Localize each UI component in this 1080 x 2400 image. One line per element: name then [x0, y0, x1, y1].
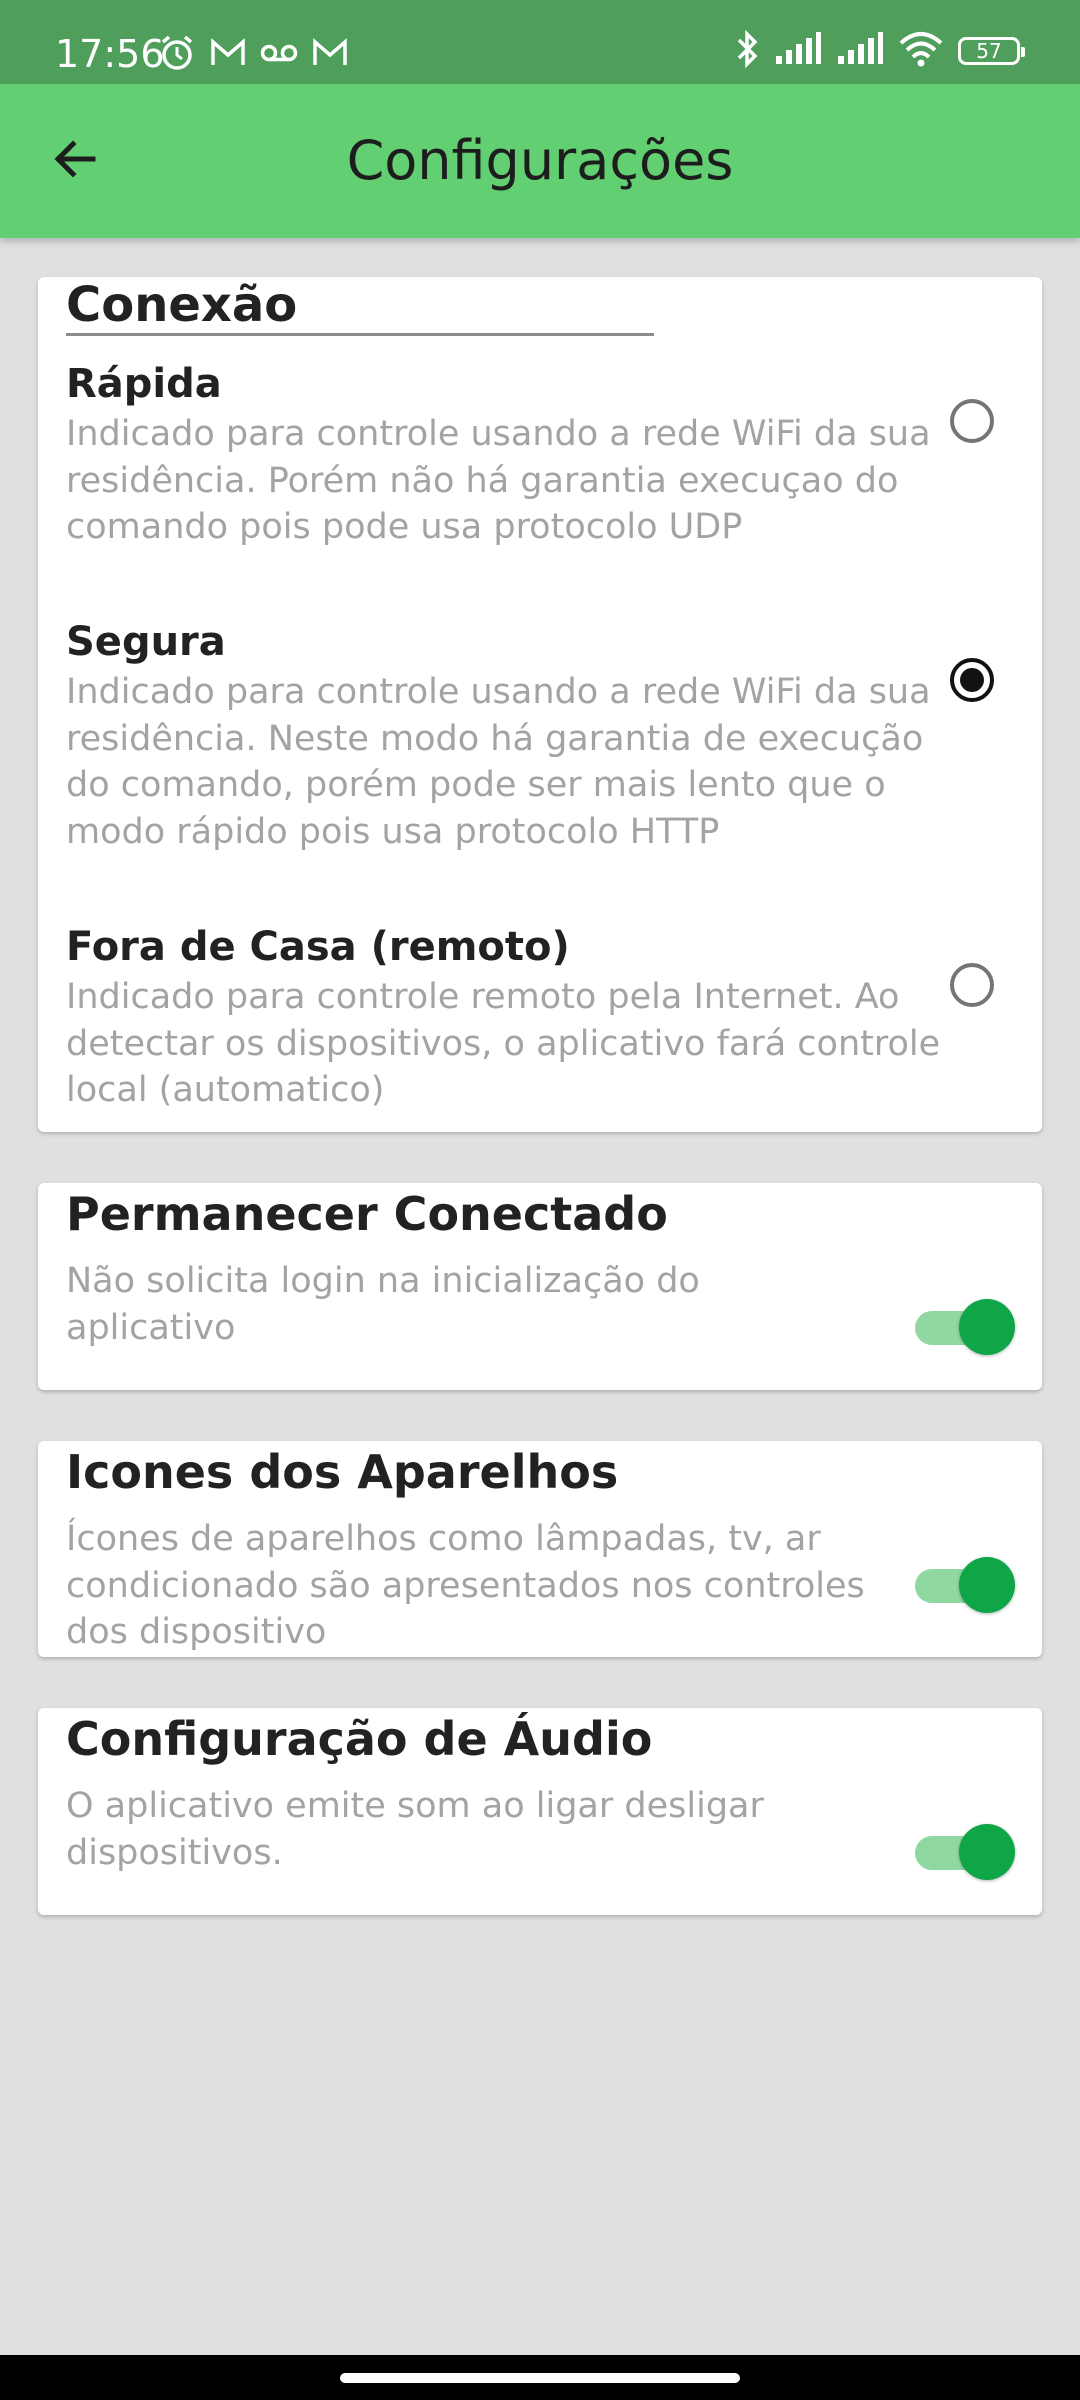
option-rapida-title[interactable]: Rápida	[66, 359, 222, 409]
status-bar: 17:56 57	[0, 0, 1080, 84]
toggle-thumb	[959, 1299, 1015, 1355]
connection-card: Conexão Rápida Indicado para controle us…	[38, 277, 1042, 1132]
device-icons-card: Icones dos Aparelhos Ícones de aparelhos…	[38, 1441, 1042, 1657]
connection-section-title: Conexão	[66, 277, 298, 333]
option-remoto-description: Indicado para controle remoto pela Inter…	[66, 977, 941, 1110]
device-icons-toggle[interactable]	[913, 1557, 1017, 1613]
signal-icon	[774, 32, 822, 70]
gmail-icon	[210, 38, 246, 72]
signal-icon	[836, 32, 884, 70]
audio-settings-card: Configuração de Áudio O aplicativo emite…	[38, 1708, 1042, 1915]
alarm-icon	[158, 34, 196, 76]
app-bar: Configurações	[0, 84, 1080, 238]
device-icons-description: Ícones de aparelhos como lâmpadas, tv, a…	[66, 1519, 865, 1652]
status-notification-icons	[158, 34, 348, 76]
status-system-icons: 57	[734, 29, 1025, 72]
audio-settings-description: O aplicativo emite som ao ligar desligar…	[66, 1786, 764, 1873]
section-divider	[66, 333, 654, 336]
audio-settings-title: Configuração de Áudio	[66, 1712, 653, 1766]
device-icons-title: Icones dos Aparelhos	[66, 1445, 619, 1499]
option-remoto-radio[interactable]	[950, 963, 994, 1007]
option-rapida-description: Indicado para controle usando a rede WiF…	[66, 414, 931, 547]
option-remoto-title[interactable]: Fora de Casa (remoto)	[66, 922, 570, 972]
gmail-icon	[312, 38, 348, 72]
status-time: 17:56	[55, 32, 165, 76]
voicemail-icon	[260, 41, 298, 69]
stay-connected-toggle[interactable]	[913, 1299, 1017, 1355]
stay-connected-title: Permanecer Conectado	[66, 1187, 668, 1241]
toggle-thumb	[959, 1824, 1015, 1880]
toggle-thumb	[959, 1557, 1015, 1613]
option-segura-title[interactable]: Segura	[66, 617, 226, 667]
audio-settings-toggle[interactable]	[913, 1824, 1017, 1880]
battery-icon: 57	[958, 37, 1025, 65]
home-indicator[interactable]	[340, 2373, 740, 2383]
option-segura-radio[interactable]	[950, 658, 994, 702]
battery-level: 57	[976, 39, 1002, 63]
stay-connected-description: Não solicita login na inicialização do a…	[66, 1261, 700, 1348]
page-title: Configurações	[346, 129, 734, 192]
option-segura-description: Indicado para controle usando a rede WiF…	[66, 672, 931, 852]
option-rapida-radio[interactable]	[950, 399, 994, 443]
wifi-icon	[898, 31, 944, 71]
stay-connected-card: Permanecer Conectado Não solicita login …	[38, 1183, 1042, 1390]
navigation-bar	[0, 2355, 1080, 2400]
bluetooth-icon	[734, 29, 760, 72]
